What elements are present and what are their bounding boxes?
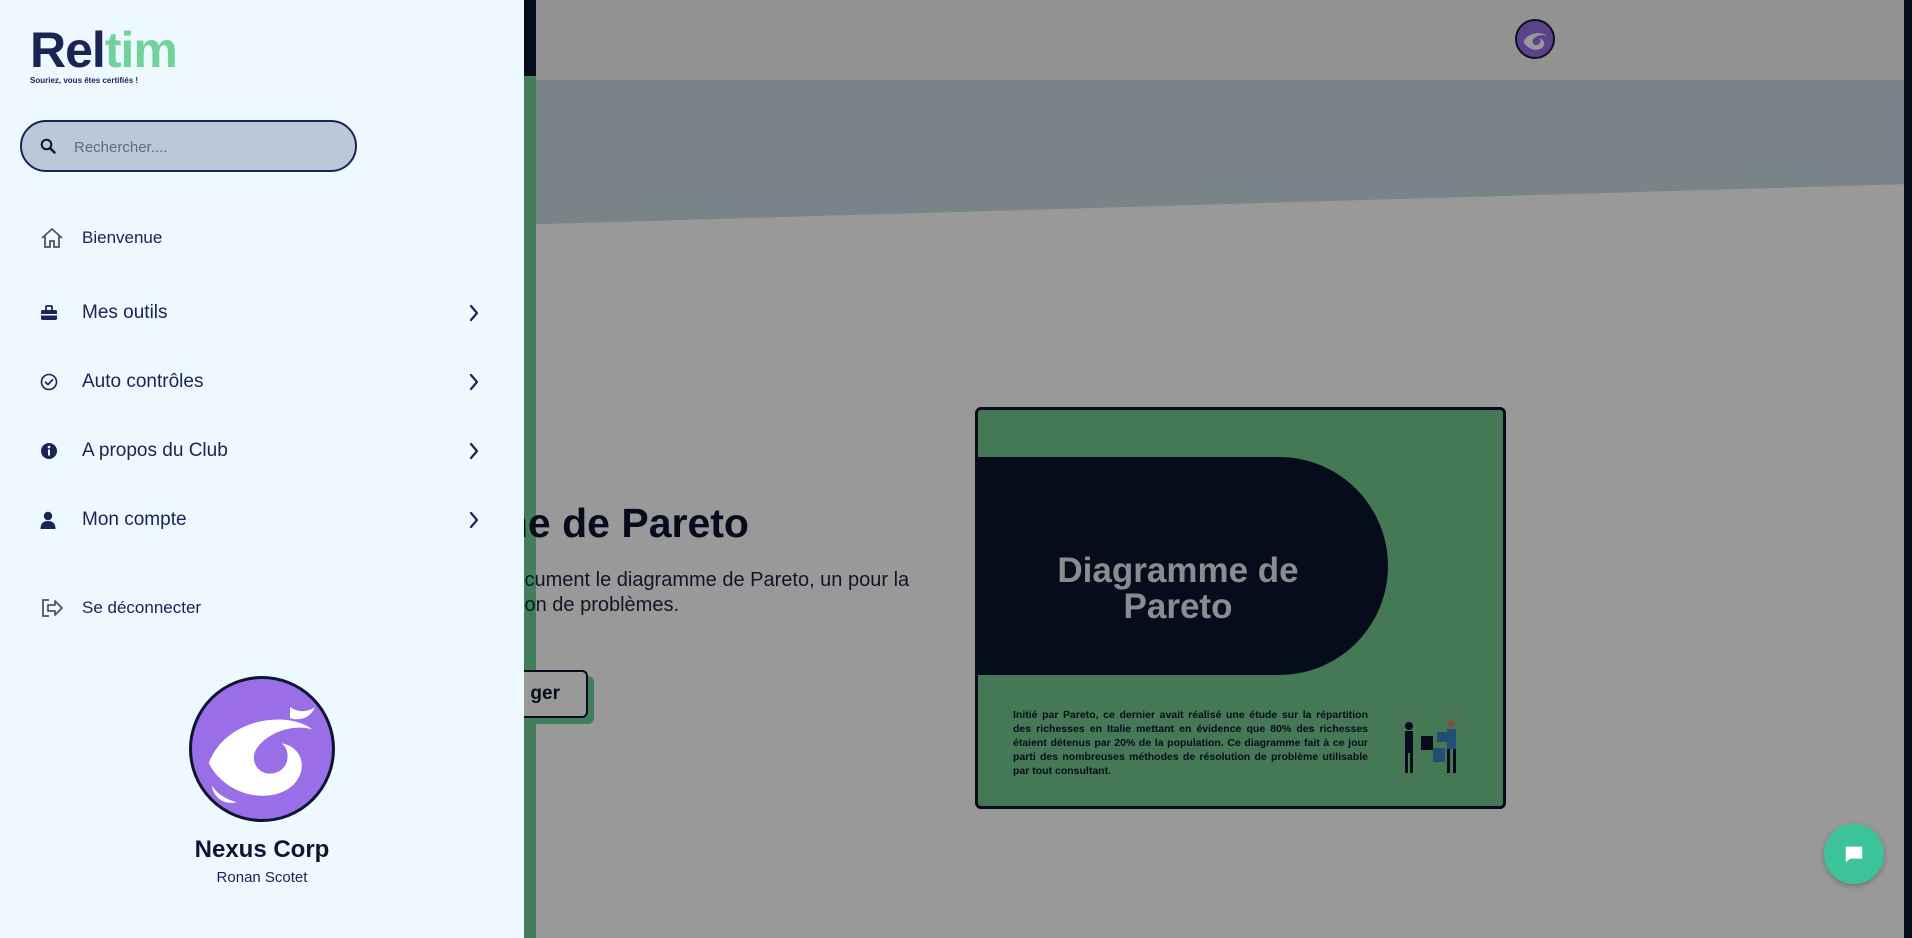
- nav-item-a-propos[interactable]: A propos du Club: [40, 429, 480, 473]
- user-name: Ronan Scotet: [216, 869, 308, 886]
- nav-label-mes-outils: Mes outils: [82, 302, 168, 323]
- profile-avatar[interactable]: [189, 676, 335, 822]
- nav-item-se-deconnecter[interactable]: Se déconnecter: [40, 586, 480, 630]
- nav-label-se-deconnecter: Se déconnecter: [82, 598, 202, 617]
- company-name: Nexus Corp: [194, 836, 330, 863]
- nav-label-a-propos: A propos du Club: [82, 440, 228, 461]
- chevron-right-icon: [468, 510, 480, 535]
- home-icon: [40, 227, 66, 249]
- user-icon: [40, 511, 66, 529]
- logout-icon: [40, 598, 66, 618]
- nav-label-auto-controles: Auto contrôles: [82, 371, 204, 392]
- logo-text-green: tim: [104, 22, 178, 78]
- nav-label-mon-compte: Mon compte: [82, 509, 187, 530]
- reltim-logo[interactable]: Reltim Souriez, vous êtes certifiés !: [30, 25, 178, 85]
- logo-text-dark: Rel: [30, 22, 106, 78]
- nav-item-mes-outils[interactable]: Mes outils: [40, 291, 480, 335]
- chevron-right-icon: [468, 441, 480, 466]
- chevron-right-icon: [468, 303, 480, 328]
- chevron-right-icon: [468, 372, 480, 397]
- chat-icon: [1845, 846, 1863, 863]
- nav-item-auto-controles[interactable]: Auto contrôles: [40, 360, 480, 404]
- nav-item-mon-compte[interactable]: Mon compte: [40, 498, 480, 542]
- info-icon: [40, 442, 66, 460]
- nav-label-bienvenue: Bienvenue: [82, 228, 163, 247]
- nav-item-bienvenue[interactable]: Bienvenue: [40, 216, 480, 260]
- search-icon: [40, 138, 56, 154]
- search-input[interactable]: [72, 133, 346, 161]
- sidebar-drawer: Reltim Souriez, vous êtes certifiés ! Bi…: [0, 0, 524, 938]
- chat-button[interactable]: [1824, 824, 1884, 884]
- toolbox-icon: [40, 305, 66, 321]
- search-box[interactable]: [20, 120, 357, 172]
- check-circle-icon: [40, 373, 66, 391]
